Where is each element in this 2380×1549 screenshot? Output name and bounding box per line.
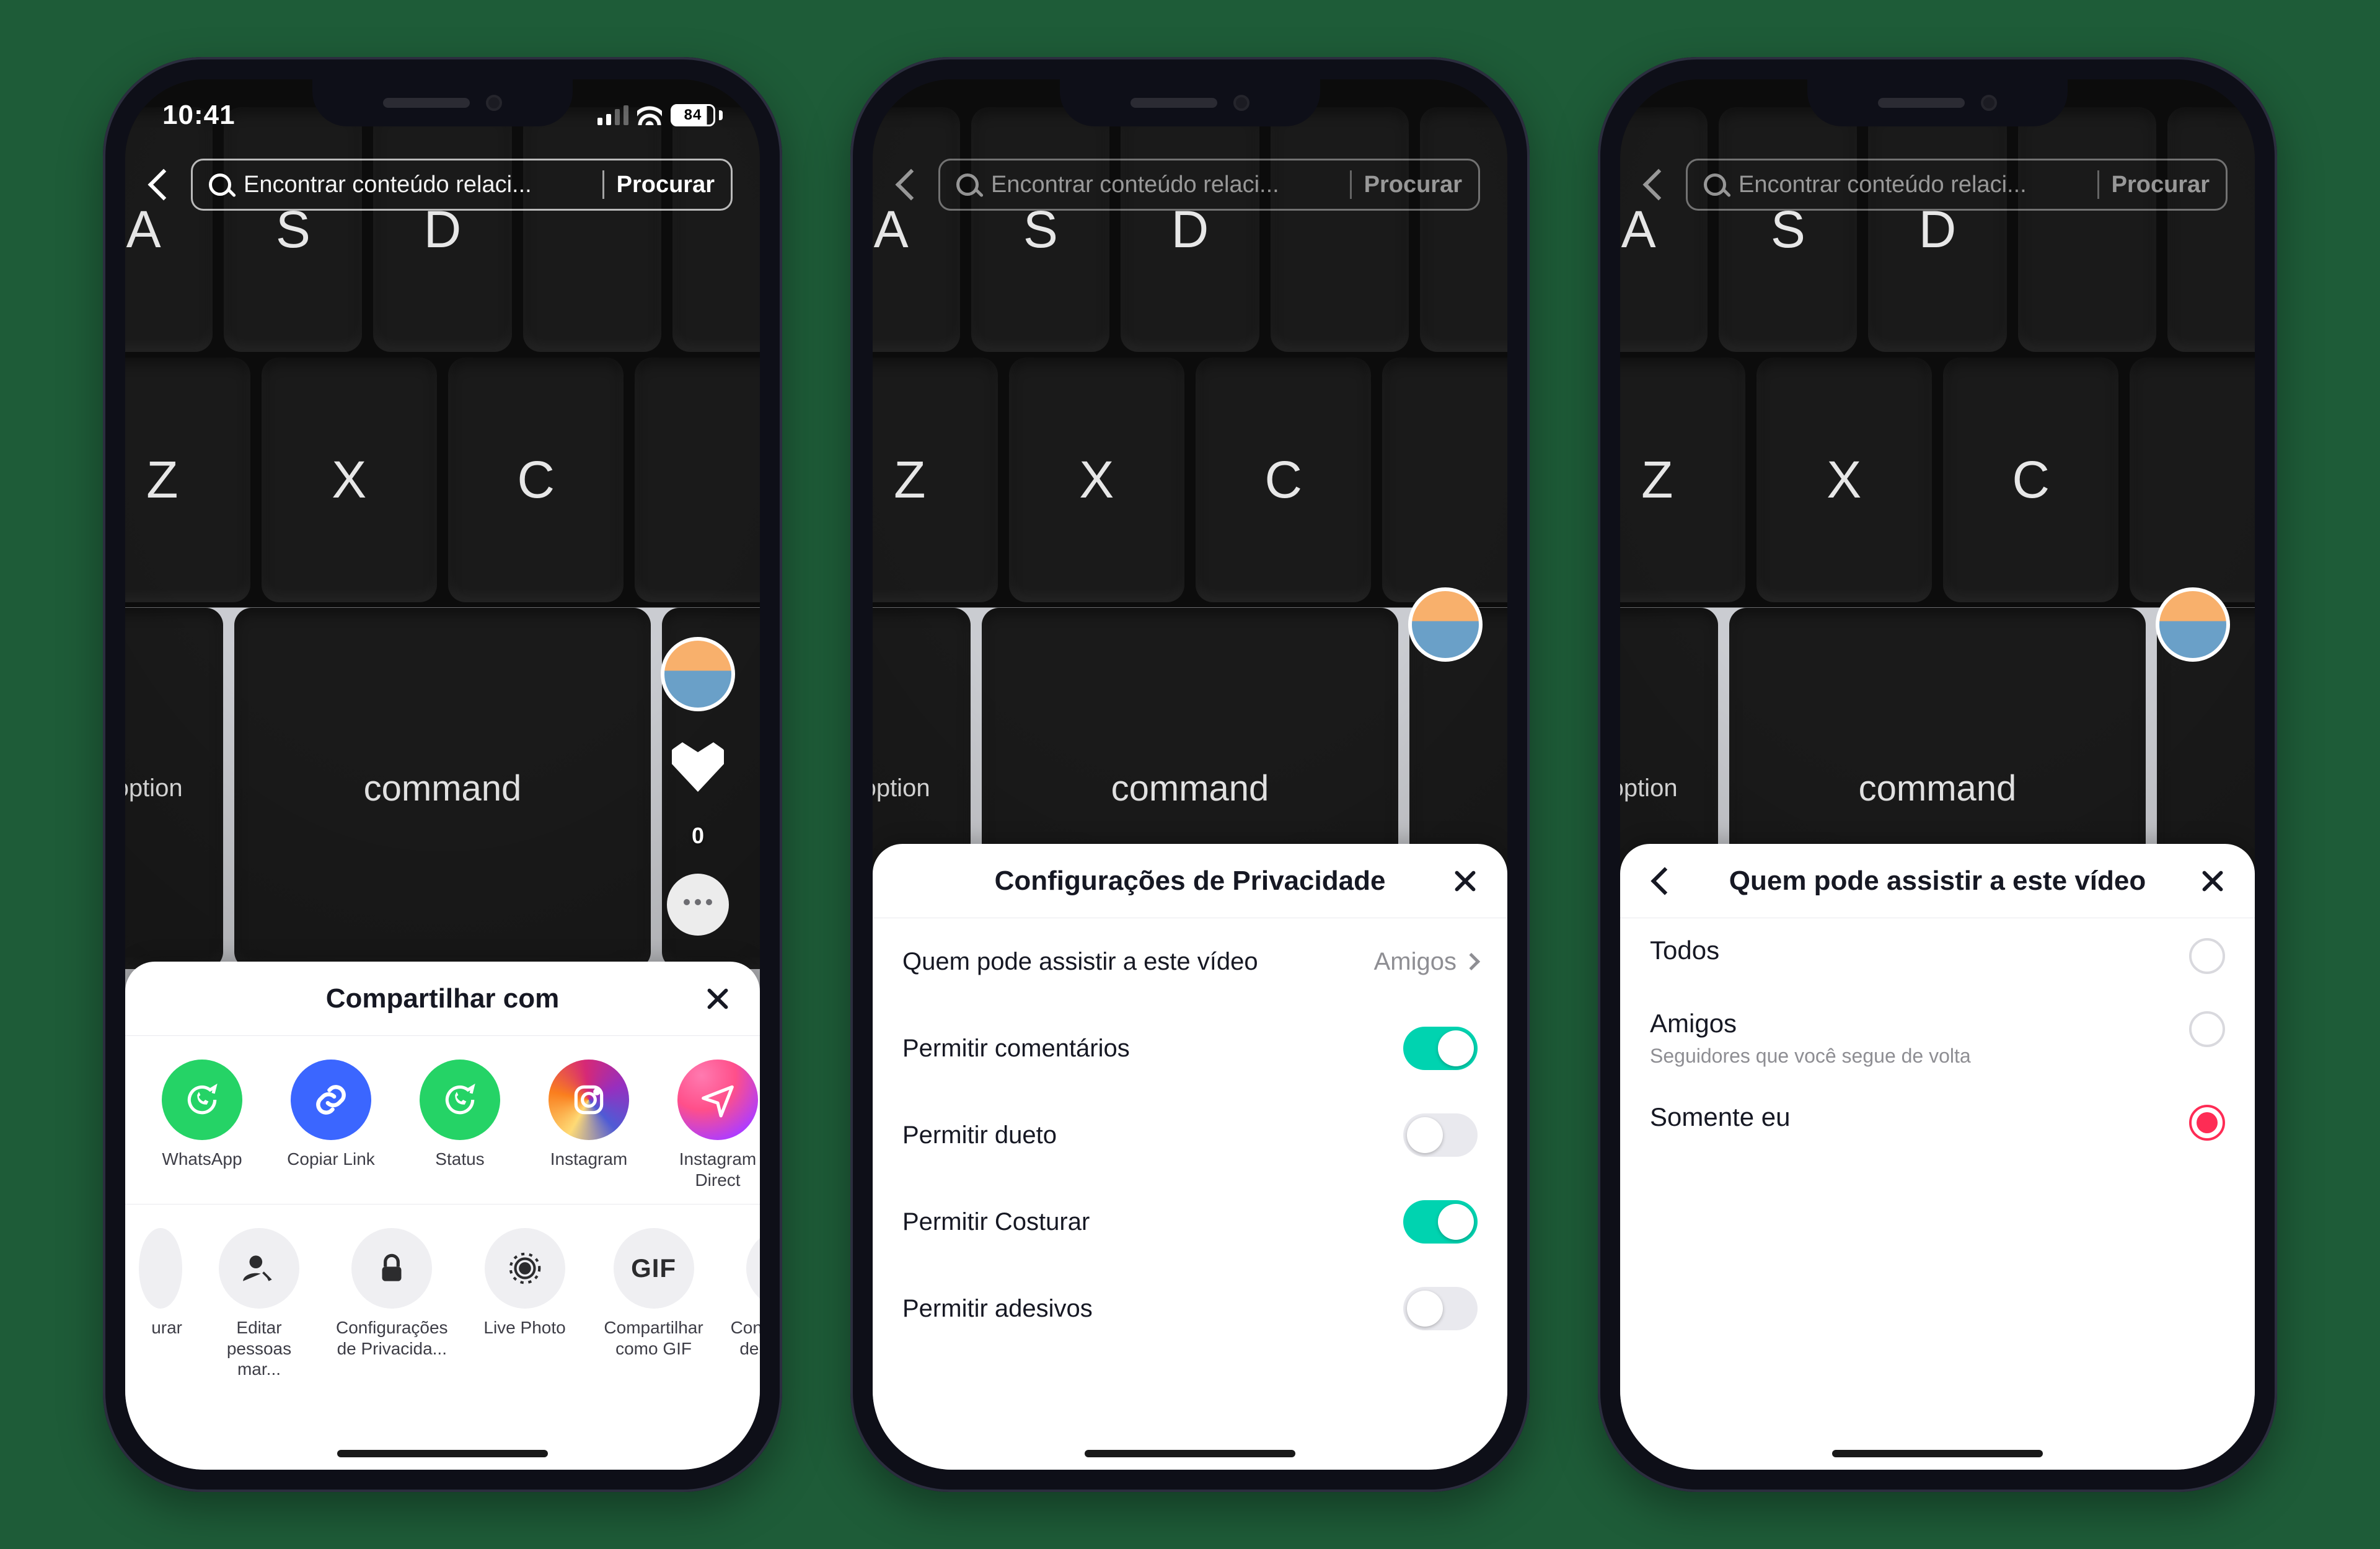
like-count: 0 <box>692 823 704 849</box>
comment-button[interactable] <box>667 874 729 936</box>
author-avatar[interactable] <box>1408 587 1483 662</box>
setting-label: Permitir adesivos <box>902 1295 1093 1323</box>
share-app-instagram-direct[interactable]: Instagram Direct <box>666 1060 760 1190</box>
status-time: 10:41 <box>162 100 236 131</box>
whatsapp-icon <box>162 1060 242 1140</box>
action-live-photo[interactable]: Live Photo <box>473 1228 577 1380</box>
home-indicator[interactable] <box>1832 1450 2043 1457</box>
share-apps-row[interactable]: WhatsApp Copiar Link Status <box>125 1036 760 1204</box>
action-edit-people[interactable]: Editar pessoas mar... <box>207 1228 311 1380</box>
status-bar: 10:41 84 <box>125 90 760 140</box>
visibility-option[interactable]: Amigos Seguidores que você segue de volta <box>1620 991 2255 1085</box>
search-icon <box>209 173 231 196</box>
setting-label: Permitir comentários <box>902 1035 1130 1063</box>
search-field[interactable]: Encontrar conteúdo relaci... Procurar <box>191 159 733 211</box>
share-gif-icon: GIF <box>614 1228 694 1309</box>
close-icon[interactable] <box>1448 864 1483 898</box>
screen: ASD ZXC optioncommand Encontrar conteúdo… <box>1620 79 2255 1470</box>
home-indicator[interactable] <box>337 1450 548 1457</box>
instagram-icon <box>549 1060 629 1140</box>
phone-frame: ASD ZXC optioncommand 10:41 84 <box>103 57 782 1492</box>
search-field[interactable]: Encontrar conteúdo relaci... Procurar <box>1686 159 2228 211</box>
share-app-copy-link[interactable]: Copiar Link <box>279 1060 383 1190</box>
phone-frame: ASD ZXC optioncommand Encontrar conteúdo… <box>850 57 1530 1492</box>
setting-label: Quem pode assistir a este vídeo <box>902 948 1258 976</box>
back-icon[interactable] <box>1643 169 1675 201</box>
copy-link-icon <box>291 1060 371 1140</box>
screen: ASD ZXC optioncommand 10:41 84 <box>125 79 760 1470</box>
back-icon[interactable] <box>148 169 180 201</box>
share-app-status[interactable]: Status <box>408 1060 512 1190</box>
privacy-lock-icon <box>351 1228 432 1309</box>
share-app-instagram[interactable]: Instagram <box>537 1060 641 1190</box>
visibility-option[interactable]: Somente eu <box>1620 1085 2255 1158</box>
engagement-rail: 0 0 <box>661 637 735 986</box>
search-action-label[interactable]: Procurar <box>617 172 715 198</box>
close-icon[interactable] <box>700 981 735 1016</box>
share-app-whatsapp[interactable]: WhatsApp <box>150 1060 254 1190</box>
engagement-rail <box>1408 587 1483 662</box>
device-notch <box>1807 79 2068 126</box>
search-field[interactable]: Encontrar conteúdo relaci... Procurar <box>938 159 1480 211</box>
setting-value: Amigos <box>1374 948 1478 976</box>
search-icon <box>1704 173 1726 196</box>
search-icon <box>956 173 979 196</box>
author-avatar[interactable] <box>2156 587 2230 662</box>
instagram-direct-icon <box>677 1060 758 1140</box>
author-avatar[interactable] <box>661 637 735 711</box>
whatsapp-status-icon <box>420 1060 500 1140</box>
privacy-sheet-title: Configurações de Privacidade <box>995 866 1386 897</box>
setting-toggle-row[interactable]: Permitir comentários <box>873 1005 1507 1092</box>
close-icon[interactable] <box>2195 864 2230 898</box>
device-notch <box>1060 79 1320 126</box>
like-button[interactable] <box>667 736 729 798</box>
home-indicator[interactable] <box>1085 1450 1295 1457</box>
battery-indicator: 84 <box>671 104 723 126</box>
share-sheet: Compartilhar com WhatsApp Copia <box>125 962 760 1470</box>
radio-button[interactable] <box>2189 1011 2225 1047</box>
option-label: Todos <box>1650 936 2171 965</box>
who-can-watch-sheet: Quem pode assistir a este vídeo Todos Ami… <box>1620 844 2255 1470</box>
chevron-right-icon <box>1463 953 1480 970</box>
option-label: Amigos <box>1650 1009 2171 1038</box>
phone-frame: ASD ZXC optioncommand Encontrar conteúdo… <box>1598 57 2277 1492</box>
privacy-settings-sheet: Configurações de Privacidade Quem pode a… <box>873 844 1507 1470</box>
edit-people-icon <box>219 1228 299 1309</box>
top-nav: Encontrar conteúdo relaci... Procurar <box>1620 154 2255 216</box>
action-ads-settings[interactable]: Configurações de anúncios <box>731 1228 760 1380</box>
visibility-option[interactable]: Todos <box>1620 918 2255 991</box>
top-nav: Encontrar conteúdo relaci... Procurar <box>873 154 1507 216</box>
action-share-gif[interactable]: GIF Compartilhar como GIF <box>602 1228 706 1380</box>
sheet-back-icon[interactable] <box>1645 864 1680 898</box>
setting-label: Permitir Costurar <box>902 1208 1090 1236</box>
option-label: Somente eu <box>1650 1102 2171 1132</box>
toggle-switch[interactable] <box>1403 1113 1478 1157</box>
who-sheet-title: Quem pode assistir a este vídeo <box>1729 866 2146 897</box>
ads-settings-icon <box>746 1228 760 1309</box>
share-actions-row[interactable]: urar Editar pessoas mar... Configurações… <box>125 1205 760 1393</box>
setting-who-can-watch[interactable]: Quem pode assistir a este vídeo Amigos <box>873 918 1507 1005</box>
toggle-switch[interactable] <box>1403 1027 1478 1070</box>
live-photo-icon <box>485 1228 565 1309</box>
action-peek[interactable]: urar <box>125 1228 182 1380</box>
setting-toggle-row[interactable]: Permitir dueto <box>873 1092 1507 1178</box>
top-nav: Encontrar conteúdo relaci... Procurar <box>125 154 760 216</box>
back-icon[interactable] <box>896 169 927 201</box>
setting-label: Permitir dueto <box>902 1121 1057 1149</box>
cell-signal-icon <box>597 105 628 125</box>
setting-toggle-row[interactable]: Permitir Costurar <box>873 1178 1507 1265</box>
search-placeholder: Encontrar conteúdo relaci... <box>244 172 590 198</box>
action-peek-icon <box>139 1228 182 1309</box>
wifi-icon <box>637 105 662 125</box>
option-subtitle: Seguidores que você segue de volta <box>1650 1045 2171 1068</box>
radio-button[interactable] <box>2189 938 2225 974</box>
engagement-rail <box>2156 587 2230 662</box>
setting-toggle-row[interactable]: Permitir adesivos <box>873 1265 1507 1352</box>
toggle-switch[interactable] <box>1403 1200 1478 1244</box>
share-sheet-title: Compartilhar com <box>326 983 560 1014</box>
screen: ASD ZXC optioncommand Encontrar conteúdo… <box>873 79 1507 1470</box>
radio-button[interactable] <box>2189 1105 2225 1141</box>
action-privacy-settings[interactable]: Configurações de Privacida... <box>336 1228 448 1380</box>
toggle-switch[interactable] <box>1403 1287 1478 1330</box>
